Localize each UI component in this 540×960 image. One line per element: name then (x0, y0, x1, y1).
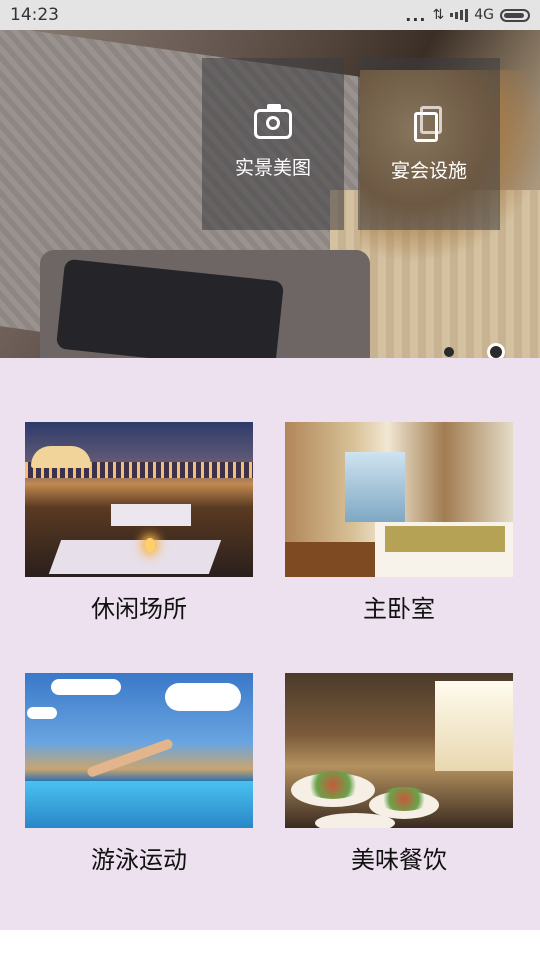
category-tile-leisure[interactable]: 休闲场所 (25, 422, 253, 624)
category-grid: 休闲场所 主卧室 游泳运动 美味餐饮 (0, 358, 540, 930)
hero-banner[interactable]: 实景美图 宴会设施 (0, 30, 540, 358)
status-bar: 14:23 ... ⇅ 4G (0, 0, 540, 30)
category-tile-master-bedroom[interactable]: 主卧室 (285, 422, 513, 624)
banquet-facilities-label: 宴会设施 (390, 159, 467, 182)
real-photos-button[interactable]: 实景美图 (202, 58, 344, 230)
real-photos-label: 实景美图 (234, 156, 311, 179)
camera-icon (254, 103, 292, 139)
category-tile-swimming[interactable]: 游泳运动 (25, 673, 253, 875)
category-label: 休闲场所 (91, 595, 187, 623)
category-label: 美味餐饮 (351, 846, 447, 874)
bottom-strip (0, 930, 540, 960)
pagination-dot-2-active[interactable] (487, 343, 505, 358)
category-tile-dining[interactable]: 美味餐饮 (285, 673, 513, 875)
signal-icon (450, 8, 469, 22)
status-time: 14:23 (10, 5, 59, 25)
battery-icon (500, 8, 530, 22)
more-dots-icon: ... (405, 5, 427, 25)
status-indicators: ... ⇅ 4G (405, 6, 530, 25)
app-screen: 14:23 ... ⇅ 4G 实景美图 宴会设施 休闲场所 主卧室 游泳运动 美… (0, 0, 540, 960)
data-transfer-icon: ⇅ (432, 7, 445, 23)
pagination-dot-1[interactable] (444, 347, 454, 357)
banquet-facilities-button[interactable]: 宴会设施 (358, 58, 500, 230)
network-type: 4G (474, 7, 494, 23)
leisure-thumbnail (25, 422, 253, 577)
category-label: 游泳运动 (91, 846, 187, 874)
bedroom-thumbnail (285, 422, 513, 577)
category-label: 主卧室 (363, 595, 435, 623)
copy-icon (414, 105, 444, 142)
swimming-thumbnail (25, 673, 253, 828)
dining-thumbnail (285, 673, 513, 828)
